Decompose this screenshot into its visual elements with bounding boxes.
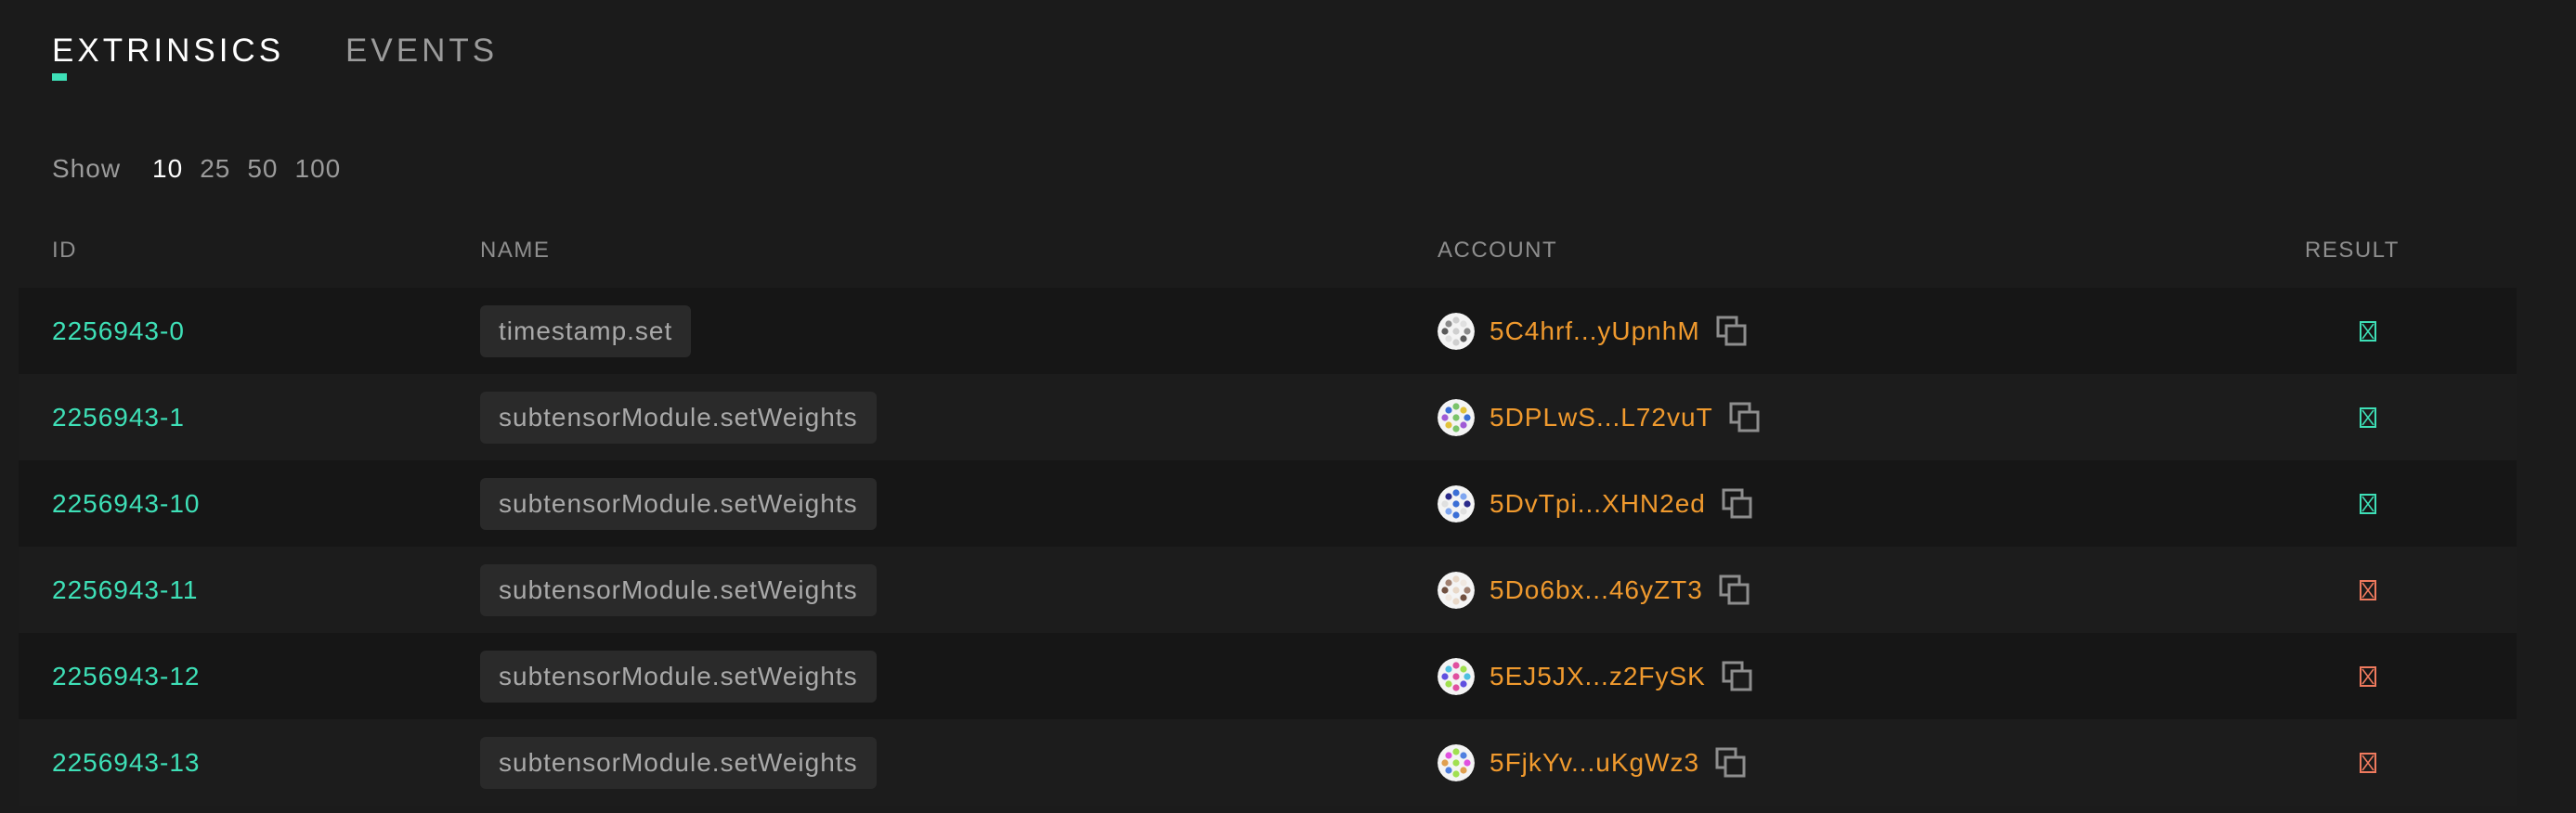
account-identicon-icon — [1438, 312, 1475, 350]
extrinsic-id-link[interactable]: 2256943-0 — [52, 316, 185, 346]
account-identicon-icon — [1438, 571, 1475, 609]
extrinsic-id-link[interactable]: 2256943-10 — [52, 489, 200, 519]
account-address-link[interactable]: 5FjkYv...uKgWz3 — [1490, 748, 1699, 778]
extrinsic-id-link[interactable]: 2256943-12 — [52, 662, 200, 691]
table-body: 2256943-0 timestamp.set 5C4hrf...yUpnhM 225… — [19, 288, 2517, 806]
success-icon — [2360, 320, 2376, 342]
account-address-link[interactable]: 5DPLwS...L72vuT — [1490, 403, 1713, 432]
column-header-name: NAME — [480, 238, 551, 263]
account-address-link[interactable]: 5DvTpi...XHN2ed — [1490, 489, 1706, 519]
extrinsic-name-badge: timestamp.set — [480, 304, 692, 357]
copy-icon[interactable] — [1721, 660, 1754, 693]
failure-icon — [2360, 579, 2376, 600]
extrinsics-page: EXTRINSICS EVENTS Show 10 25 50 100 ID N… — [0, 0, 2576, 813]
table-row: 2256943-1 subtensorModule.setWeights 5DPLw… — [19, 374, 2517, 460]
account-identicon-icon — [1438, 484, 1475, 523]
column-header-result: RESULT — [2305, 238, 2400, 263]
show-label: Show — [52, 154, 122, 183]
account-identicon-icon — [1438, 398, 1475, 436]
tab-events[interactable]: EVENTS — [345, 32, 498, 71]
extrinsic-id-link[interactable]: 2256943-11 — [52, 575, 198, 605]
extrinsic-name-badge: subtensorModule.setWeights — [480, 736, 877, 789]
account-address-link[interactable]: 5Do6bx...46yZT3 — [1490, 575, 1703, 605]
copy-icon[interactable] — [1714, 746, 1748, 780]
column-header-id: ID — [52, 238, 77, 263]
page-size-25[interactable]: 25 — [200, 154, 230, 184]
page-size-50[interactable]: 50 — [247, 154, 278, 184]
table-row: 2256943-10 subtensorModule.setWeights 5DvT… — [19, 460, 2517, 547]
extrinsics-table: ID NAME ACCOUNT RESULT 2256943-0 timestam… — [19, 230, 2517, 806]
account-address-link[interactable]: 5C4hrf...yUpnhM — [1490, 316, 1700, 346]
account-identicon-icon — [1438, 743, 1475, 781]
page-size-selector: Show 10 25 50 100 — [52, 154, 341, 184]
column-header-account: ACCOUNT — [1438, 238, 1558, 263]
extrinsic-name-badge: subtensorModule.setWeights — [480, 391, 877, 444]
table-row: 2256943-13 subtensorModule.setWeights 5Fjk… — [19, 719, 2517, 806]
extrinsic-id-link[interactable]: 2256943-13 — [52, 748, 200, 778]
extrinsic-id-link[interactable]: 2256943-1 — [52, 403, 185, 432]
extrinsic-name-badge: subtensorModule.setWeights — [480, 563, 877, 616]
table-row: 2256943-0 timestamp.set 5C4hrf...yUpnhM — [19, 288, 2517, 374]
account-address-link[interactable]: 5EJ5JX...z2FySK — [1490, 662, 1706, 691]
page-size-100[interactable]: 100 — [295, 154, 342, 184]
table-row: 2256943-12 subtensorModule.setWeights 5EJ5… — [19, 633, 2517, 719]
tab-bar: EXTRINSICS EVENTS — [52, 32, 498, 81]
success-icon — [2360, 406, 2376, 428]
copy-icon[interactable] — [1715, 315, 1749, 348]
extrinsic-name-badge: subtensorModule.setWeights — [480, 650, 877, 703]
extrinsic-name-badge: subtensorModule.setWeights — [480, 477, 877, 530]
copy-icon[interactable] — [1721, 487, 1754, 521]
account-identicon-icon — [1438, 657, 1475, 695]
table-row: 2256943-11 subtensorModule.setWeights 5Do6… — [19, 547, 2517, 633]
failure-icon — [2360, 665, 2376, 687]
copy-icon[interactable] — [1728, 401, 1762, 434]
page-size-10[interactable]: 10 — [152, 154, 183, 184]
table-header: ID NAME ACCOUNT RESULT — [19, 230, 2517, 288]
success-icon — [2360, 493, 2376, 514]
copy-icon[interactable] — [1718, 574, 1751, 607]
failure-icon — [2360, 752, 2376, 773]
tab-extrinsics[interactable]: EXTRINSICS — [52, 32, 284, 81]
